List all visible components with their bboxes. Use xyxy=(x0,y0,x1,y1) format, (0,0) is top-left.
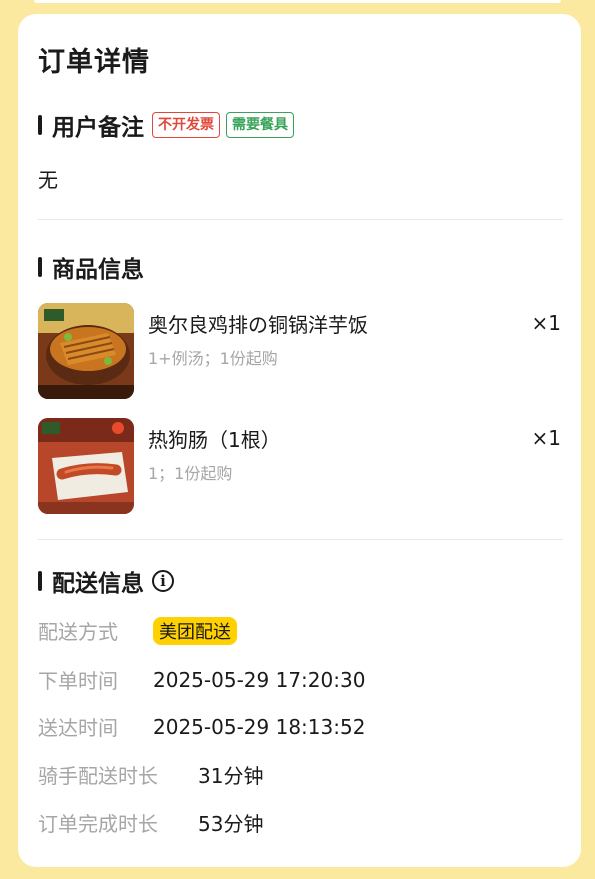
completion-duration-row: 订单完成时长 53分钟 xyxy=(38,808,263,837)
products-section-header: 商品信息 xyxy=(38,250,144,284)
row-label: 配送方式 xyxy=(38,620,118,644)
row-label: 下单时间 xyxy=(38,669,118,693)
product-desc: 1；1份起购 xyxy=(148,464,233,483)
rider-duration-row: 骑手配送时长 31分钟 xyxy=(38,760,263,789)
info-icon[interactable]: i xyxy=(152,570,174,592)
rider-duration-value: 31分钟 xyxy=(198,764,264,788)
chicken-rice-pot-photo xyxy=(38,303,134,399)
row-label: 送达时间 xyxy=(38,716,118,740)
row-label: 订单完成时长 xyxy=(38,812,158,836)
delivery-method-badge: 美团配送 xyxy=(153,616,237,645)
order-time-value: 2025-05-29 17:20:30 xyxy=(153,667,366,692)
delivery-method-row: 配送方式 美团配送 xyxy=(38,616,237,645)
no-invoice-tag: 不开发票 xyxy=(152,112,220,138)
product-name: 热狗肠（1根） xyxy=(148,428,281,452)
delivery-section-title: 配送信息 xyxy=(52,571,144,597)
row-label: 骑手配送时长 xyxy=(38,764,158,788)
delivered-time-row: 送达时间 2025-05-29 18:13:52 xyxy=(38,712,365,741)
previous-card-edge xyxy=(34,0,561,3)
order-detail-card: 订单详情 用户备注 不开发票 需要餐具 无 商品信息 奥尔良鸡排の铜锅洋芋饭 1… xyxy=(18,14,581,867)
product-qty: ×1 xyxy=(531,311,561,335)
order-time-row: 下单时间 2025-05-29 17:20:30 xyxy=(38,665,365,694)
product-desc: 1+例汤；1份起购 xyxy=(148,349,278,368)
section-marker xyxy=(38,115,42,135)
remark-section-title: 用户备注 xyxy=(52,115,144,141)
divider xyxy=(38,539,563,540)
need-utensils-tag: 需要餐具 xyxy=(226,112,294,138)
completion-duration-value: 53分钟 xyxy=(198,812,264,836)
hot-dog-sausage-photo xyxy=(38,418,134,514)
delivery-section-header: 配送信息 i xyxy=(38,564,174,598)
remark-content: 无 xyxy=(38,168,58,192)
remark-section-header: 用户备注 不开发票 需要餐具 xyxy=(38,108,294,142)
product-name: 奥尔良鸡排の铜锅洋芋饭 xyxy=(148,313,368,337)
divider xyxy=(38,219,563,220)
products-section-title: 商品信息 xyxy=(52,257,144,283)
section-marker xyxy=(38,571,42,591)
product-item[interactable]: 热狗肠（1根） 1；1份起购 ×1 xyxy=(38,418,563,514)
page-title: 订单详情 xyxy=(38,47,150,78)
section-marker xyxy=(38,257,42,277)
product-qty: ×1 xyxy=(531,426,561,450)
delivered-time-value: 2025-05-29 18:13:52 xyxy=(153,714,366,739)
product-item[interactable]: 奥尔良鸡排の铜锅洋芋饭 1+例汤；1份起购 ×1 xyxy=(38,303,563,399)
